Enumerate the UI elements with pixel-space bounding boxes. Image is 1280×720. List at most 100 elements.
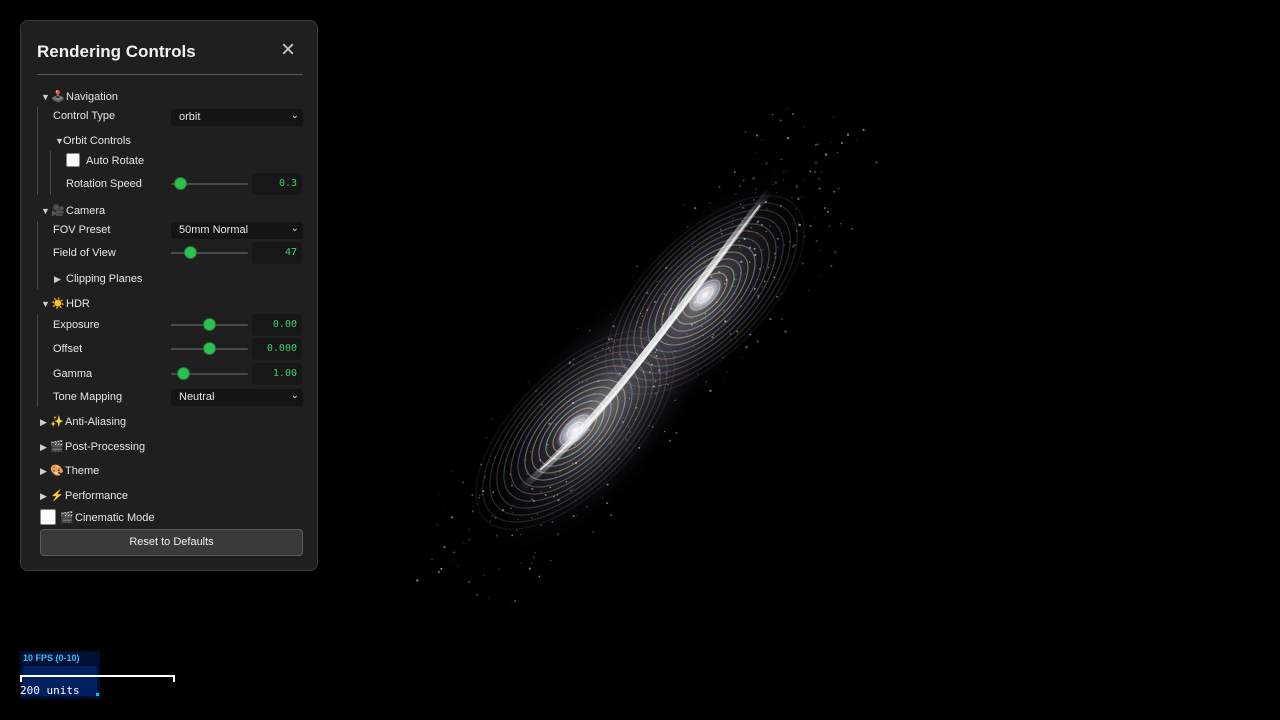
auto-rotate-checkbox[interactable] [66, 153, 80, 167]
gamma-value[interactable]: 1.00 [252, 363, 302, 385]
cinematic-mode-checkbox[interactable] [40, 509, 56, 525]
section-navigation[interactable]: ▼🕹️Navigation [41, 90, 118, 103]
offset-value[interactable]: 0.000 [252, 338, 302, 360]
star-speck [619, 372, 622, 375]
star-speck [530, 516, 533, 519]
exposure-value[interactable]: 0.00 [252, 314, 302, 336]
subsection-clipping-planes-label: Clipping Planes [66, 273, 143, 285]
star-speck [550, 559, 552, 562]
subsection-orbit-controls[interactable]: ▼Orbit Controls [55, 135, 131, 147]
star-speck [640, 312, 642, 314]
fov-preset-select[interactable]: 50mm Normal ⌄ [171, 222, 303, 239]
star-speck [674, 356, 676, 358]
field-of-view-value[interactable]: 47 [252, 242, 302, 264]
star-speck [554, 423, 557, 426]
gamma-slider[interactable] [171, 367, 248, 381]
star-speck [634, 365, 637, 368]
star-speck [443, 545, 446, 549]
star-speck [856, 139, 858, 141]
auto-rotate-label: Auto Rotate [86, 155, 145, 167]
subsection-clipping-planes[interactable]: ▶ Clipping Planes [54, 273, 142, 285]
section-performance[interactable]: ▶ ⚡Performance [40, 489, 128, 502]
section-theme-label: Theme [65, 465, 100, 477]
star-speck [731, 223, 734, 225]
exposure-slider[interactable] [171, 318, 248, 332]
star-speck [782, 179, 785, 181]
star-speck [697, 373, 699, 375]
star-speck [736, 330, 739, 333]
star-speck [817, 143, 819, 146]
star-speck [733, 278, 736, 281]
slider-thumb[interactable] [184, 246, 197, 259]
star-speck [612, 325, 615, 328]
star-speck [482, 490, 485, 493]
star-speck [705, 380, 708, 384]
star-speck [596, 360, 598, 362]
reset-to-defaults-button[interactable]: Reset to Defaults [40, 529, 303, 556]
star-speck [778, 298, 780, 300]
joystick-icon: 🕹️ [51, 91, 65, 103]
star-speck [737, 257, 739, 259]
rotation-speed-slider[interactable] [171, 177, 248, 191]
star-speck [490, 418, 493, 420]
star-speck [682, 298, 685, 302]
star-speck [674, 349, 676, 352]
star-speck [582, 381, 584, 383]
field-of-view-slider[interactable] [171, 246, 248, 260]
star-speck [694, 301, 697, 304]
star-speck [772, 183, 774, 185]
star-speck [622, 417, 624, 419]
section-hdr[interactable]: ▼☀️HDR [41, 297, 90, 310]
control-type-select[interactable]: orbit ⌄ [171, 109, 303, 126]
star-speck [636, 265, 639, 268]
star-speck [814, 143, 817, 147]
section-anti-aliasing[interactable]: ▶ ✨Anti-Aliasing [40, 415, 126, 428]
star-speck [781, 318, 783, 320]
slider-thumb[interactable] [203, 342, 216, 355]
star-speck [580, 398, 582, 400]
star-speck [457, 564, 459, 567]
star-speck [740, 280, 742, 282]
star-speck [739, 272, 742, 274]
slider-thumb[interactable] [174, 177, 187, 190]
star-speck [588, 329, 591, 332]
star-speck [667, 384, 669, 386]
star-speck [453, 559, 454, 561]
star-speck [531, 498, 534, 501]
star-speck [757, 220, 760, 223]
star-speck [646, 308, 649, 311]
star-speck [821, 171, 823, 173]
star-speck [479, 463, 482, 466]
section-theme[interactable]: ▶ 🎨Theme [40, 464, 99, 477]
star-speck [471, 494, 473, 496]
rotation-speed-label: Rotation Speed [66, 178, 142, 190]
slider-thumb[interactable] [177, 367, 190, 380]
scale-bar-label: 200 units [20, 684, 80, 697]
star-speck [475, 554, 477, 556]
offset-slider[interactable] [171, 342, 248, 356]
star-speck [606, 502, 608, 505]
star-speck [695, 292, 697, 294]
rotation-speed-value[interactable]: 0.3 [252, 173, 302, 195]
close-icon[interactable]: × [277, 38, 299, 62]
star-speck [492, 491, 494, 494]
star-speck [754, 176, 756, 179]
slider-thumb[interactable] [203, 318, 216, 331]
offset-label: Offset [53, 343, 83, 355]
section-post-processing[interactable]: ▶ 🎬Post-Processing [40, 440, 145, 453]
section-camera[interactable]: ▼🎥Camera [41, 204, 105, 217]
star-speck [700, 325, 703, 328]
rendering-controls-panel: Rendering Controls × ▼🕹️Navigation Contr… [20, 20, 318, 571]
star-speck [472, 506, 474, 508]
star-speck [592, 531, 595, 533]
star-speck [660, 385, 662, 387]
star-speck [495, 534, 499, 537]
star-speck [742, 206, 745, 209]
star-speck [471, 510, 475, 513]
star-speck [652, 340, 654, 342]
star-speck [735, 238, 737, 241]
star-speck [793, 244, 796, 246]
star-speck [597, 380, 600, 383]
star-speck [463, 542, 465, 545]
tone-mapping-select[interactable]: Neutral ⌄ [171, 389, 303, 406]
